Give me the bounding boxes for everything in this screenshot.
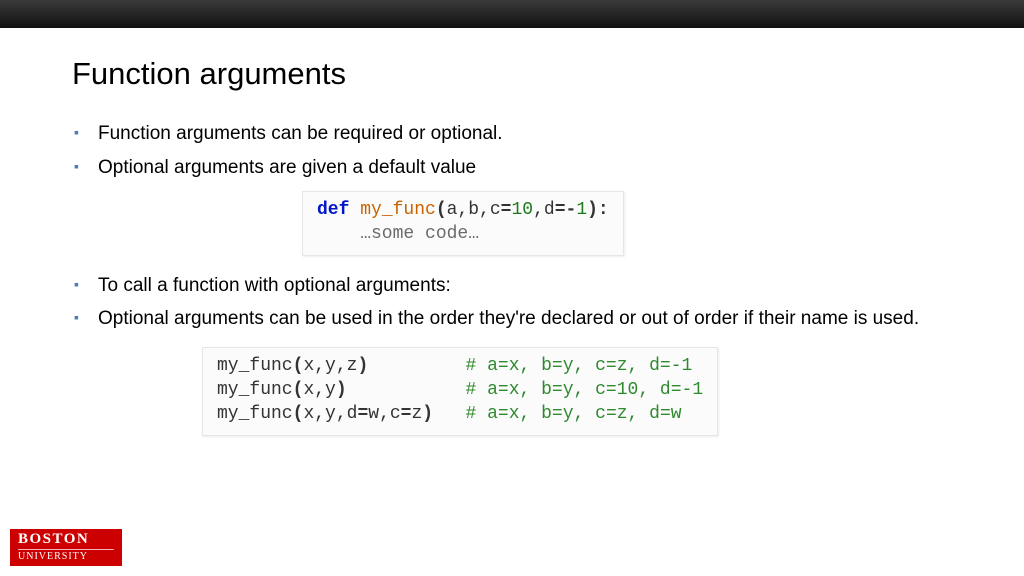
code-punct: =- (555, 200, 577, 220)
slide-title: Function arguments (72, 56, 952, 92)
code-punct: ) (422, 404, 433, 424)
code-args: x,y (303, 380, 335, 400)
bullet-item: Function arguments can be required or op… (72, 120, 952, 148)
code-punct: ): (587, 200, 609, 220)
code-punct: = (357, 404, 368, 424)
code-block-definition: def my_func(a,b,c=10,d=-1): …some code… (302, 191, 624, 256)
top-bar (0, 0, 1024, 28)
code-body: …some code… (317, 224, 479, 244)
code-punct: = (501, 200, 512, 220)
code-func-name: my_func (217, 380, 293, 400)
code-args: x,y,d (303, 404, 357, 424)
code-pad (368, 356, 465, 376)
code-punct: ( (293, 356, 304, 376)
code-args: z (411, 404, 422, 424)
boston-university-logo: BOSTON UNIVERSITY (10, 529, 122, 566)
code-keyword: def (317, 200, 349, 220)
code-func-name: my_func (217, 356, 293, 376)
code-comment: # a=x, b=y, c=10, d=-1 (465, 380, 703, 400)
code-punct: ) (357, 356, 368, 376)
code-punct: ( (293, 380, 304, 400)
code-number: 10 (511, 200, 533, 220)
bullet-list-2: To call a function with optional argumen… (72, 272, 952, 333)
code-args: a,b,c (447, 200, 501, 220)
code-func-name: my_func (360, 200, 436, 220)
code-args: ,d (533, 200, 555, 220)
bullet-item: To call a function with optional argumen… (72, 272, 952, 300)
code-pad (347, 380, 466, 400)
code-comment: # a=x, b=y, c=z, d=-1 (465, 356, 692, 376)
code-args: w,c (368, 404, 400, 424)
code-punct: ( (293, 404, 304, 424)
bullet-item: Optional arguments can be used in the or… (72, 305, 952, 333)
code-block-calls: my_func(x,y,z) # a=x, b=y, c=z, d=-1 my_… (202, 347, 718, 436)
code-punct: = (401, 404, 412, 424)
code-punct: ) (336, 380, 347, 400)
code-number: 1 (576, 200, 587, 220)
code-func-name: my_func (217, 404, 293, 424)
code-comment: # a=x, b=y, c=z, d=w (466, 404, 682, 424)
logo-line-2: UNIVERSITY (18, 549, 114, 562)
bullet-item: Optional arguments are given a default v… (72, 154, 952, 182)
logo-line-1: BOSTON (18, 532, 114, 547)
code-args: x,y,z (303, 356, 357, 376)
code-pad (433, 404, 465, 424)
bullet-list-1: Function arguments can be required or op… (72, 120, 952, 181)
code-punct: ( (436, 200, 447, 220)
slide-body: Function arguments Function arguments ca… (0, 28, 1024, 436)
